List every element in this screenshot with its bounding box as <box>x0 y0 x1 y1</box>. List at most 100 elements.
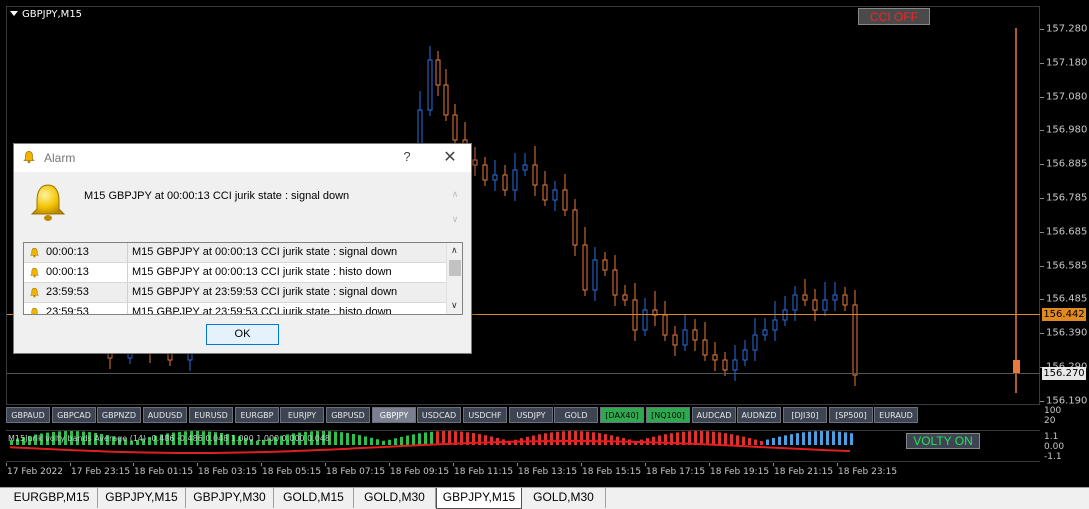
symbol-button-euraud[interactable]: EURAUD <box>874 407 918 423</box>
candle-body[interactable] <box>842 294 848 306</box>
symbol-button-audcad[interactable]: AUDCAD <box>692 407 736 423</box>
symbol-button-gbpnzd[interactable]: GBPNZD <box>97 407 141 423</box>
symbol-button-audusd[interactable]: AUDUSD <box>143 407 187 423</box>
scroll-up-icon[interactable]: ∧ <box>450 189 460 200</box>
chart-tab[interactable]: GBPJPY,M15 <box>98 488 186 508</box>
candle-body[interactable] <box>572 209 578 246</box>
chart-tab[interactable]: GOLD,M30 <box>522 488 606 508</box>
symbol-button-eurgbp[interactable]: EURGBP <box>235 407 279 423</box>
candle-body[interactable] <box>492 174 498 181</box>
candle-body[interactable] <box>752 334 758 351</box>
close-button[interactable]: ✕ <box>442 147 458 167</box>
alarm-dialog[interactable]: Alarm ? ✕ M15 GBPJPY at 00:00:13 CCI jur… <box>13 143 472 354</box>
ok-button[interactable]: OK <box>206 324 279 345</box>
symbol-button-sp500[interactable]: [SP500] <box>829 407 873 423</box>
symbol-button-gbpcad[interactable]: GBPCAD <box>52 407 96 423</box>
candle-body[interactable] <box>482 164 488 181</box>
bell-icon <box>30 184 66 221</box>
candle-body[interactable] <box>1013 360 1020 374</box>
chart-title: GBPJPY,M15 <box>10 9 82 20</box>
candle-body[interactable] <box>792 294 798 311</box>
candle-body[interactable] <box>542 184 548 201</box>
candle-body[interactable] <box>582 244 588 291</box>
candle-body[interactable] <box>512 169 518 191</box>
candle-body[interactable] <box>443 84 449 116</box>
chart-tab[interactable]: GOLD,M15 <box>274 488 354 508</box>
symbol-button-audnzd[interactable]: AUDNZD <box>737 407 781 423</box>
candle-body[interactable] <box>562 189 568 211</box>
chart-tab[interactable]: GOLD,M30 <box>354 488 436 508</box>
scroll-down-icon[interactable]: ∨ <box>450 214 460 225</box>
message-scroll[interactable]: ∧ ∨ <box>450 189 460 229</box>
candle-body[interactable] <box>427 59 433 111</box>
candle-body[interactable] <box>472 159 478 166</box>
alarm-row[interactable]: 00:00:13 M15 GBPJPY at 00:00:13 CCI jurik… <box>24 243 446 263</box>
candle-body[interactable] <box>602 259 608 271</box>
price-tick <box>1040 231 1044 233</box>
candle-body[interactable] <box>682 329 688 346</box>
alarm-row[interactable]: 00:00:13 M15 GBPJPY at 00:00:13 CCI jurik… <box>24 263 446 283</box>
candle-body[interactable] <box>642 309 648 331</box>
candle-body[interactable] <box>622 294 628 301</box>
chart-tab[interactable]: GBPJPY,M15 <box>436 488 522 509</box>
candle-body[interactable] <box>852 304 858 376</box>
candle-body[interactable] <box>632 299 638 331</box>
symbol-button-usdcad[interactable]: USDCAD <box>417 407 461 423</box>
candle-body[interactable] <box>692 329 698 341</box>
candle-body[interactable] <box>822 299 828 311</box>
dialog-titlebar[interactable]: Alarm ? ✕ <box>14 144 471 172</box>
symbol-button-gbpaud[interactable]: GBPAUD <box>6 407 50 423</box>
histogram-bar <box>544 433 547 445</box>
candle-body[interactable] <box>762 329 768 336</box>
candle-body[interactable] <box>772 319 778 331</box>
chart-tab[interactable]: GBPJPY,M30 <box>186 488 274 508</box>
symbol-button-gbpusd[interactable]: GBPUSD <box>326 407 370 423</box>
candle-body[interactable] <box>732 359 738 371</box>
scroll-up-icon[interactable]: ∧ <box>451 245 458 256</box>
help-button[interactable]: ? <box>400 149 414 164</box>
candle-body[interactable] <box>592 259 598 291</box>
list-scrollbar[interactable]: ∧ ∨ <box>446 243 462 314</box>
symbol-button-usdchf[interactable]: USDCHF <box>463 407 507 423</box>
chart-tab[interactable]: EURGBP,M15 <box>6 488 98 508</box>
candle-body[interactable] <box>532 164 538 186</box>
price-axis[interactable]: 157.280 157.180 157.080 156.980 156.885 156.7… <box>1040 0 1089 406</box>
candle-body[interactable] <box>672 334 678 346</box>
candle-body[interactable] <box>742 349 748 361</box>
time-axis[interactable]: 17 Feb 2022 17 Feb 23:15 18 Feb 01:15 18 Fe… <box>0 463 1040 481</box>
candle-body[interactable] <box>702 339 708 356</box>
symbol-button-dji30[interactable]: [DJI30] <box>783 407 827 423</box>
symbol-button-nq100[interactable]: [NQ100] <box>646 407 690 423</box>
scroll-thumb[interactable] <box>449 260 461 276</box>
symbol-button-eurusd[interactable]: EURUSD <box>189 407 233 423</box>
symbol-button-dax40[interactable]: [DAX40] <box>600 407 644 423</box>
histogram-bar <box>418 433 421 445</box>
candle-body[interactable] <box>452 114 458 141</box>
candle-body[interactable] <box>435 59 441 86</box>
alarm-row[interactable]: 23:59:53 M15 GBPJPY at 23:59:53 CCI jurik… <box>24 283 446 303</box>
candle-body[interactable] <box>832 294 838 301</box>
symbol-button-eurjpy[interactable]: EURJPY <box>280 407 324 423</box>
symbol-button-gold[interactable]: GOLD <box>554 407 598 423</box>
candle-body[interactable] <box>812 299 818 311</box>
volty-toggle-button[interactable]: VOLTY ON <box>906 433 980 449</box>
alarm-text: M15 GBPJPY at 23:59:53 CCI jurik state :… <box>132 306 392 315</box>
cci-toggle-button[interactable]: CCI OFF <box>858 8 930 25</box>
candle-body[interactable] <box>662 314 668 336</box>
alarm-row[interactable]: 23:59:53 M15 GBPJPY at 23:59:53 CCI jurik… <box>24 303 446 315</box>
candle-body[interactable] <box>782 309 788 321</box>
time-label: 18 Feb 23:15 <box>838 467 898 477</box>
histogram-bar <box>592 432 595 445</box>
candle-body[interactable] <box>522 164 528 171</box>
candle-body[interactable] <box>612 269 618 296</box>
scroll-down-icon[interactable]: ∨ <box>451 300 458 311</box>
candle-body[interactable] <box>712 354 718 361</box>
candle-body[interactable] <box>802 294 808 301</box>
histogram-bar <box>574 431 577 445</box>
candle-body[interactable] <box>502 174 508 191</box>
symbol-button-gbpjpy[interactable]: GBPJPY <box>372 407 416 423</box>
alarm-list[interactable]: 00:00:13 M15 GBPJPY at 00:00:13 CCI jurik… <box>23 242 463 315</box>
candle-body[interactable] <box>552 189 558 201</box>
candle-body[interactable] <box>722 359 728 371</box>
symbol-button-usdjpy[interactable]: USDJPY <box>509 407 553 423</box>
